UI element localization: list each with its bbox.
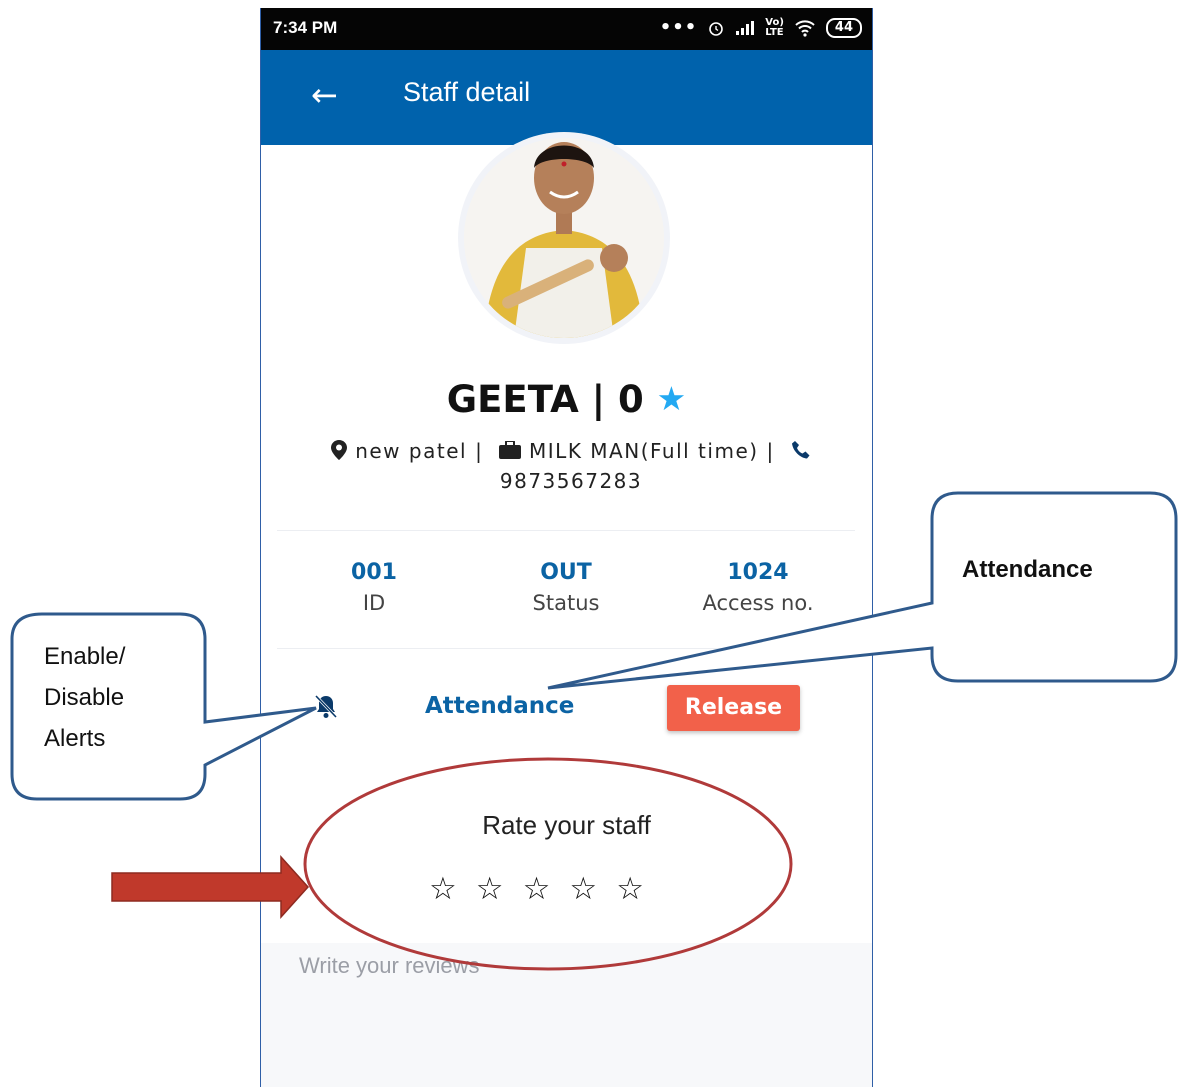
signal-icon	[736, 20, 755, 35]
stat-access-value: 1024	[727, 560, 789, 585]
attendance-callout-text: Attendance	[962, 556, 1093, 583]
staff-info: new patel | MILK MAN(Full time) | 98735672…	[301, 436, 841, 496]
star-outline-icon[interactable]: ☆	[569, 871, 597, 907]
star-outline-icon[interactable]: ☆	[476, 871, 504, 907]
stat-status: OUT Status	[476, 560, 656, 615]
more-dots-icon: •••	[659, 17, 698, 38]
status-icons: ••• Vo) LTE 44	[660, 17, 862, 38]
wifi-icon	[795, 19, 815, 37]
page-title: Staff detail	[403, 77, 531, 107]
status-bar: 7:34 PM ••• Vo) LTE 44	[261, 8, 872, 50]
app-bar: ← Staff detail	[261, 50, 872, 145]
star-outline-icon[interactable]: ☆	[616, 871, 644, 907]
review-placeholder: Write your reviews	[299, 953, 480, 978]
bell-off-icon[interactable]	[314, 694, 338, 724]
rate-staff-title: Rate your staff	[482, 810, 651, 840]
alerts-callout-text: Enable/ Disable Alerts	[44, 643, 126, 752]
star-outline-icon[interactable]: ☆	[429, 871, 457, 907]
alarm-icon	[709, 21, 724, 36]
stat-status-label: Status	[532, 591, 600, 615]
stat-access-label: Access no.	[702, 591, 814, 615]
divider	[277, 648, 855, 649]
back-arrow-icon[interactable]: ←	[311, 78, 338, 112]
phone-icon[interactable]	[791, 440, 811, 460]
stat-id-label: ID	[362, 591, 386, 615]
stat-id-value: 001	[351, 560, 397, 585]
location-pin-icon	[331, 440, 348, 460]
volte-icon: Vo) LTE	[765, 16, 784, 38]
staff-name-rating: GEETA | 0 ★	[261, 378, 872, 421]
rating-stars: ☆ ☆ ☆ ☆ ☆	[429, 871, 644, 907]
staff-avatar	[464, 138, 664, 338]
stat-access-no: 1024 Access no.	[668, 560, 848, 615]
staff-job: MILK MAN(Full time)	[529, 439, 759, 463]
stat-id: 001 ID	[284, 560, 464, 615]
release-button[interactable]: Release	[667, 685, 800, 731]
phone-screen: 7:34 PM ••• Vo) LTE 44 ← Staff detail GE…	[260, 8, 873, 1087]
status-time: 7:34 PM	[273, 18, 338, 37]
stat-status-value: OUT	[540, 560, 592, 585]
attendance-link[interactable]: Attendance	[425, 693, 574, 719]
staff-photo	[464, 138, 664, 338]
battery-icon: 44	[825, 17, 862, 38]
staff-name: GEETA | 0	[446, 378, 644, 421]
briefcase-icon	[499, 440, 522, 459]
staff-phone[interactable]: 9873567283	[500, 469, 642, 493]
star-outline-icon[interactable]: ☆	[523, 871, 551, 907]
star-filled-icon: ★	[656, 379, 687, 418]
divider	[277, 530, 855, 531]
staff-location: new patel	[355, 439, 468, 463]
